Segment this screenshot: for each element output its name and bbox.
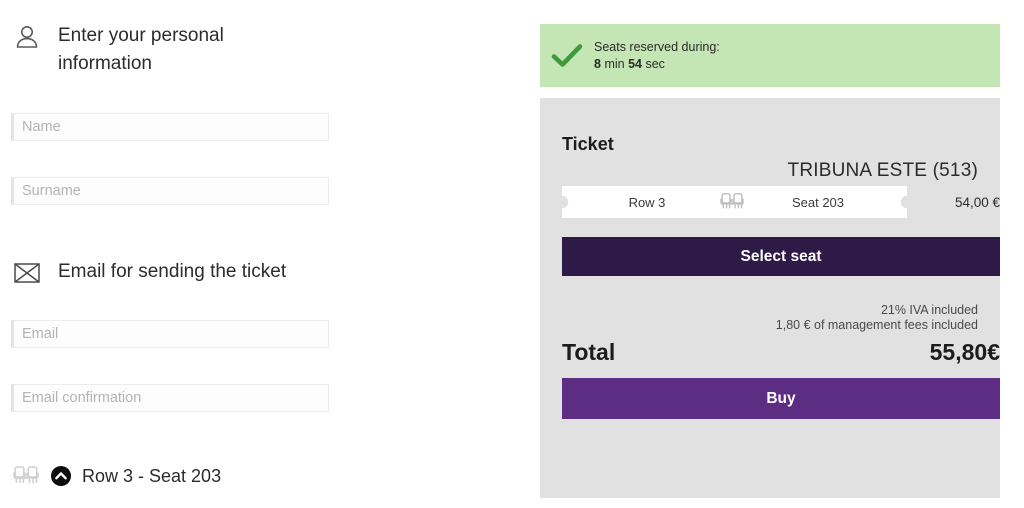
email-input[interactable]: Email: [11, 320, 329, 348]
seat-pair-icon: [710, 186, 754, 218]
reservation-seconds-unit: sec: [645, 56, 665, 71]
email-heading-group: Email for sending the ticket: [12, 258, 286, 288]
name-input-placeholder: Name: [22, 119, 61, 135]
surname-input-placeholder: Surname: [22, 183, 81, 199]
ticket-panel: Ticket TRIBUNA ESTE (513) Row 3 Seat 203…: [540, 98, 1000, 498]
reservation-minutes: 8: [594, 56, 601, 71]
total-row: Total 55,80€: [562, 339, 1000, 366]
total-label: Total: [562, 339, 616, 365]
surname-input[interactable]: Surname: [11, 177, 329, 205]
ticket-panel-title: Ticket: [562, 134, 614, 154]
order-summary-column: Seats reserved during: 8 min 54 sec Tick…: [540, 0, 1000, 508]
ticket-stub[interactable]: Row 3 Seat 203: [562, 186, 907, 218]
email-heading: Email for sending the ticket: [58, 261, 287, 282]
personal-info-heading: Enter your personal information: [58, 25, 224, 74]
tax-note: 21% IVA included: [880, 303, 978, 317]
ticket-stub-row: Row 3 Seat 203 54,00 €: [562, 186, 1000, 218]
ticket-seat-label: Seat 203: [791, 194, 845, 210]
envelope-icon: [12, 258, 42, 288]
selected-seat-summary[interactable]: Row 3 - Seat 203: [12, 463, 221, 489]
selected-seat-label: Row 3 - Seat 203: [82, 465, 222, 486]
management-fees-note: 1,80 € of management fees included: [775, 318, 978, 332]
reservation-timer-text: Seats reserved during: 8 min 54 sec: [594, 39, 720, 73]
personal-information-form: Enter your personal information Name Sur…: [0, 0, 500, 508]
email-confirmation-input-placeholder: Email confirmation: [22, 390, 142, 406]
ticket-price: 54,00 €: [954, 194, 1000, 210]
person-icon: [12, 22, 42, 52]
reservation-minutes-unit: min: [604, 56, 625, 71]
personal-info-heading-group: Enter your personal information: [12, 22, 308, 78]
ticket-zone-label: TRIBUNA ESTE (513): [787, 160, 978, 181]
chevron-up-circle-icon[interactable]: [51, 466, 71, 486]
reservation-timer-line1: Seats reserved during:: [594, 39, 720, 54]
fees-note: 21% IVA included 1,80 € of management fe…: [776, 303, 978, 333]
reservation-timer-banner: Seats reserved during: 8 min 54 sec: [540, 24, 1000, 87]
select-seat-button[interactable]: Select seat: [562, 237, 1000, 276]
check-icon: [550, 39, 584, 73]
seat-pair-icon: [12, 463, 40, 489]
email-input-placeholder: Email: [22, 326, 59, 342]
reservation-seconds: 54: [628, 56, 642, 71]
name-input[interactable]: Name: [11, 113, 329, 141]
ticket-row-label: Row 3: [628, 194, 666, 210]
email-confirmation-input[interactable]: Email confirmation: [11, 384, 329, 412]
buy-button[interactable]: Buy: [562, 378, 1000, 419]
total-value: 55,80€: [929, 339, 1000, 365]
